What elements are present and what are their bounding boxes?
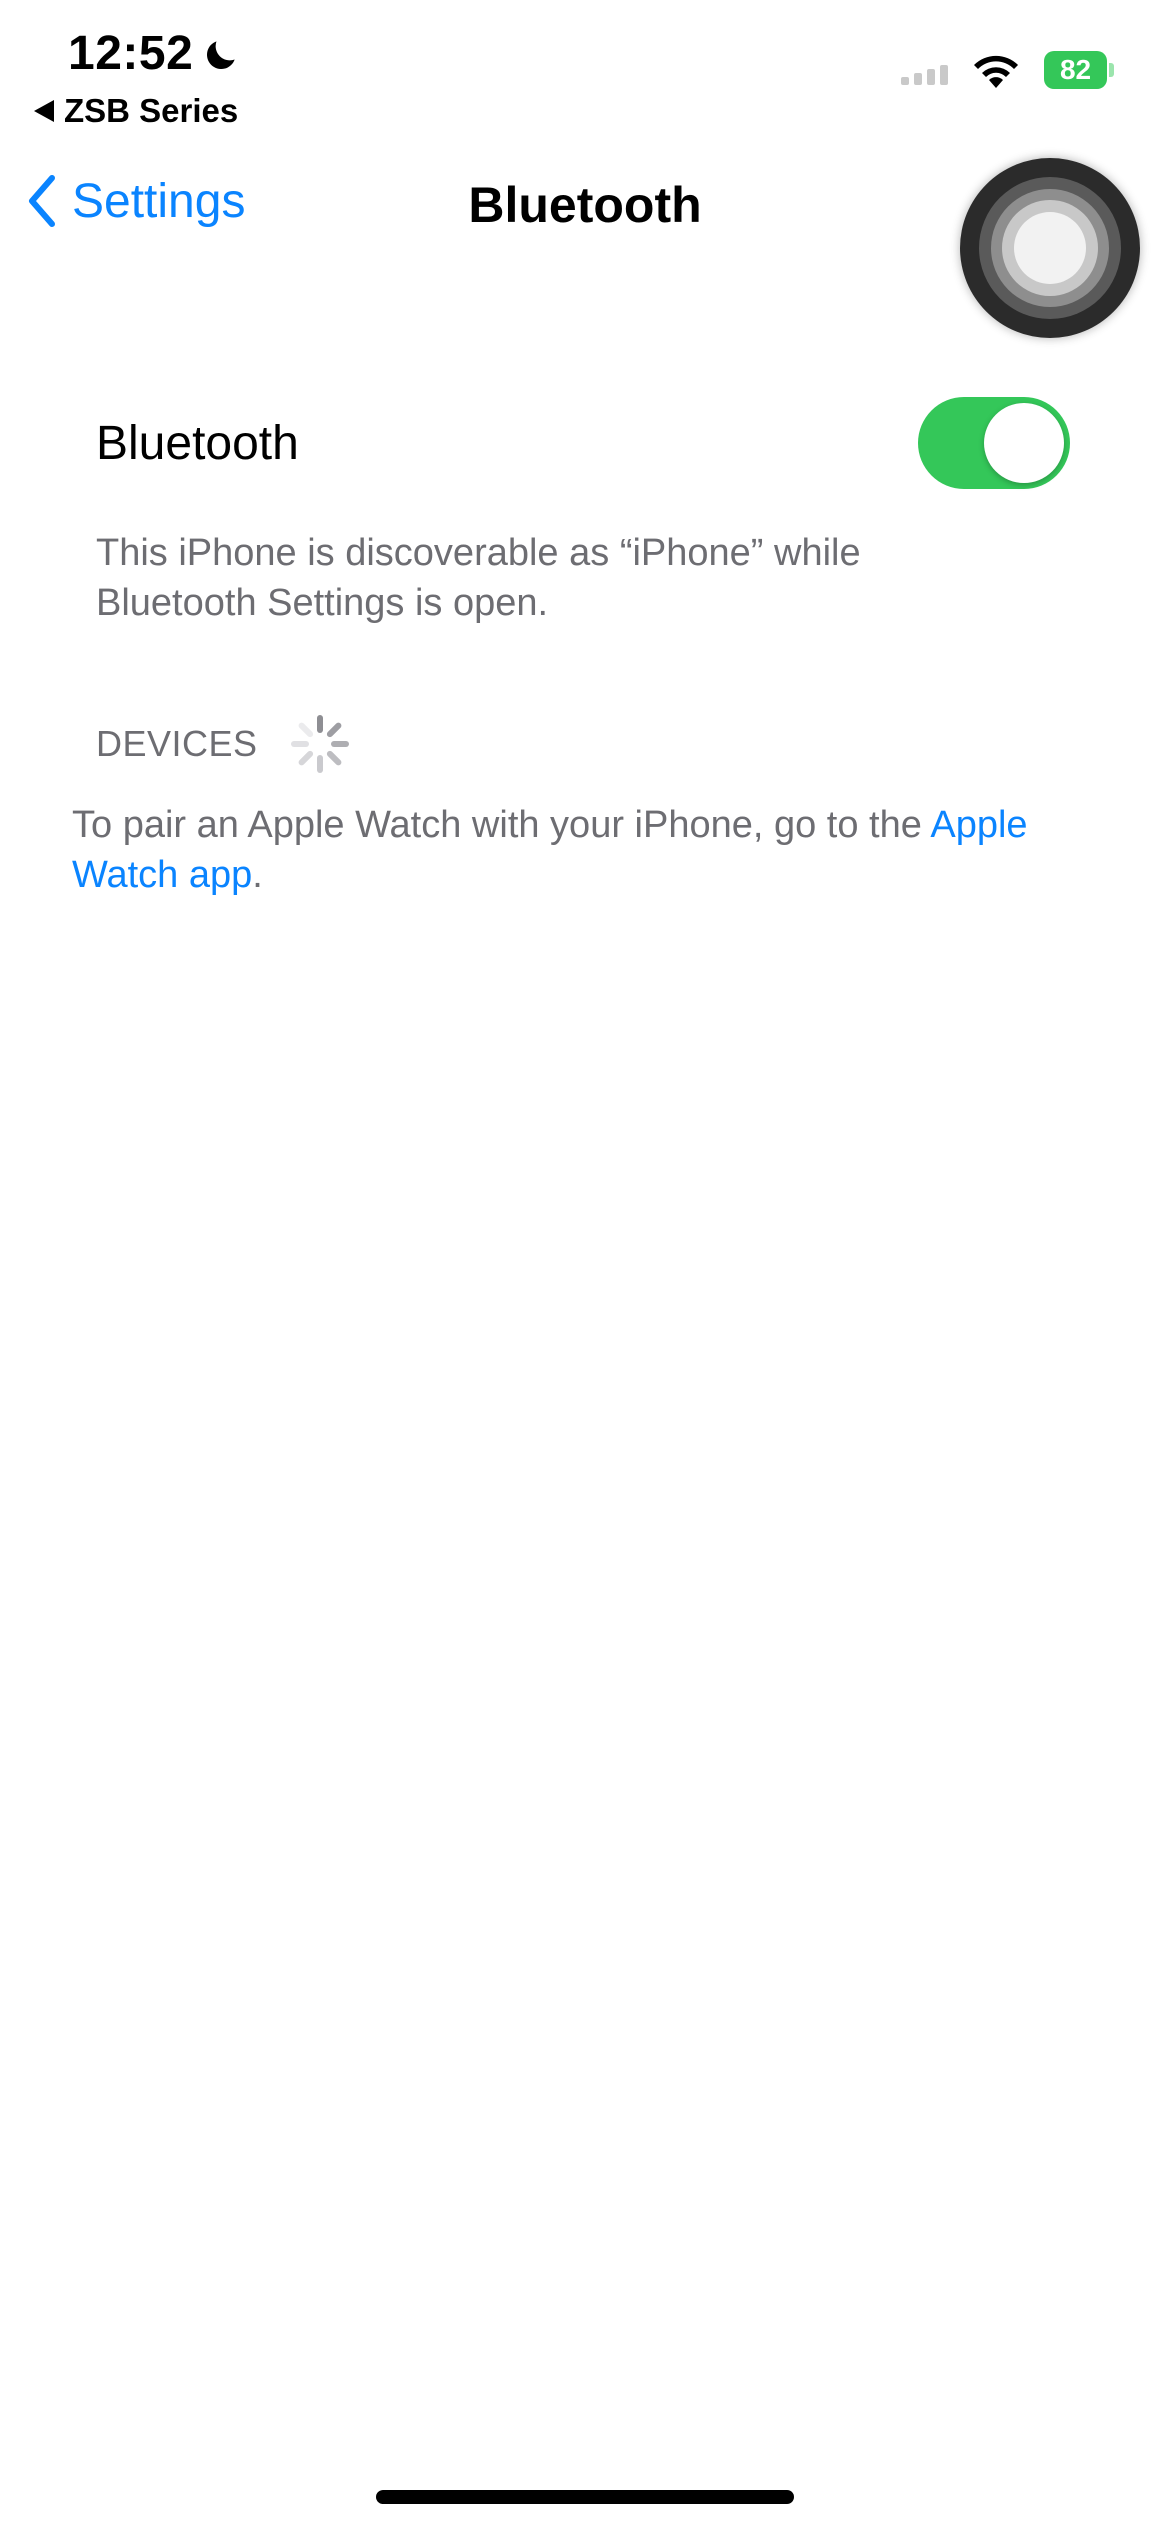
pair-note-suffix: .	[252, 854, 263, 896]
bluetooth-row: Bluetooth	[0, 380, 1170, 506]
status-bar-time: 12:52	[68, 26, 241, 81]
wifi-icon	[974, 55, 1018, 88]
toggle-knob	[984, 403, 1064, 483]
cellular-signal-icon	[901, 55, 948, 85]
bluetooth-toggle[interactable]	[918, 397, 1070, 489]
back-to-app-button[interactable]: ZSB Series	[34, 92, 238, 130]
time-label: 12:52	[68, 27, 194, 80]
apple-watch-pair-note: To pair an Apple Watch with your iPhone,…	[72, 800, 1072, 900]
home-indicator[interactable]	[376, 2490, 794, 2504]
bluetooth-label: Bluetooth	[96, 416, 299, 470]
assistive-touch-button[interactable]	[960, 158, 1140, 338]
battery-level: 82	[1044, 51, 1108, 89]
moon-icon	[207, 40, 235, 69]
pair-note-text: To pair an Apple Watch with your iPhone,…	[72, 804, 931, 846]
devices-header-label: DEVICES	[96, 723, 258, 764]
back-app-label: ZSB Series	[64, 92, 239, 129]
status-indicators: 82	[901, 50, 1114, 90]
loading-spinner-icon	[290, 715, 349, 773]
back-triangle-icon	[34, 100, 54, 122]
discoverable-footnote: This iPhone is discoverable as “iPhone” …	[96, 532, 861, 624]
battery-icon: 82	[1044, 51, 1114, 89]
devices-section-header: DEVICES	[96, 712, 352, 776]
